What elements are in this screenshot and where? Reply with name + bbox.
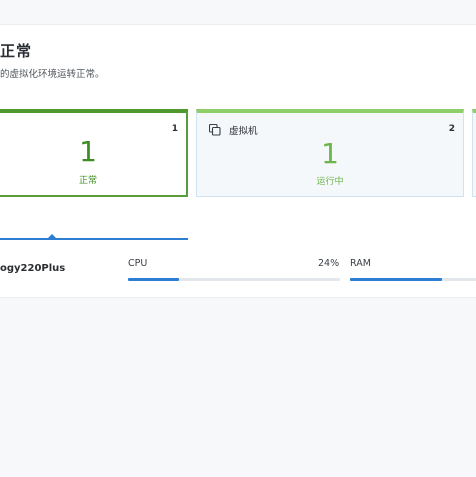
vm-card-status: 运行中 <box>316 177 344 187</box>
vm-card-number: 1 <box>321 137 339 170</box>
status-description: 的虚拟化环境运转正常。 <box>0 69 105 80</box>
cpu-usage-bar <box>128 278 340 281</box>
vm-card[interactable]: 虚拟机 2 1 运行中 <box>196 109 464 197</box>
health-card-count: 1 <box>171 124 178 134</box>
cpu-label: CPU <box>128 258 148 269</box>
cpu-value: 24% <box>318 258 340 269</box>
health-card-number: 1 <box>79 135 97 168</box>
copy-icon <box>208 123 221 136</box>
vm-card-header: 虚拟机 <box>208 123 258 137</box>
vm-card-label: 虚拟机 <box>229 126 258 137</box>
partial-card[interactable] <box>472 109 476 197</box>
selection-indicator <box>0 238 188 240</box>
status-title: 正常 <box>0 42 33 60</box>
ram-label: RAM <box>350 258 371 269</box>
ram-usage-bar <box>350 278 476 281</box>
vm-card-count: 2 <box>448 124 455 134</box>
health-card-status: 正常 <box>78 176 97 186</box>
cpu-usage-fill <box>128 278 179 281</box>
health-card[interactable]: 1 1 正常 <box>0 109 188 197</box>
ram-usage-fill <box>350 278 442 281</box>
host-name[interactable]: ogy220Plus <box>0 263 65 274</box>
